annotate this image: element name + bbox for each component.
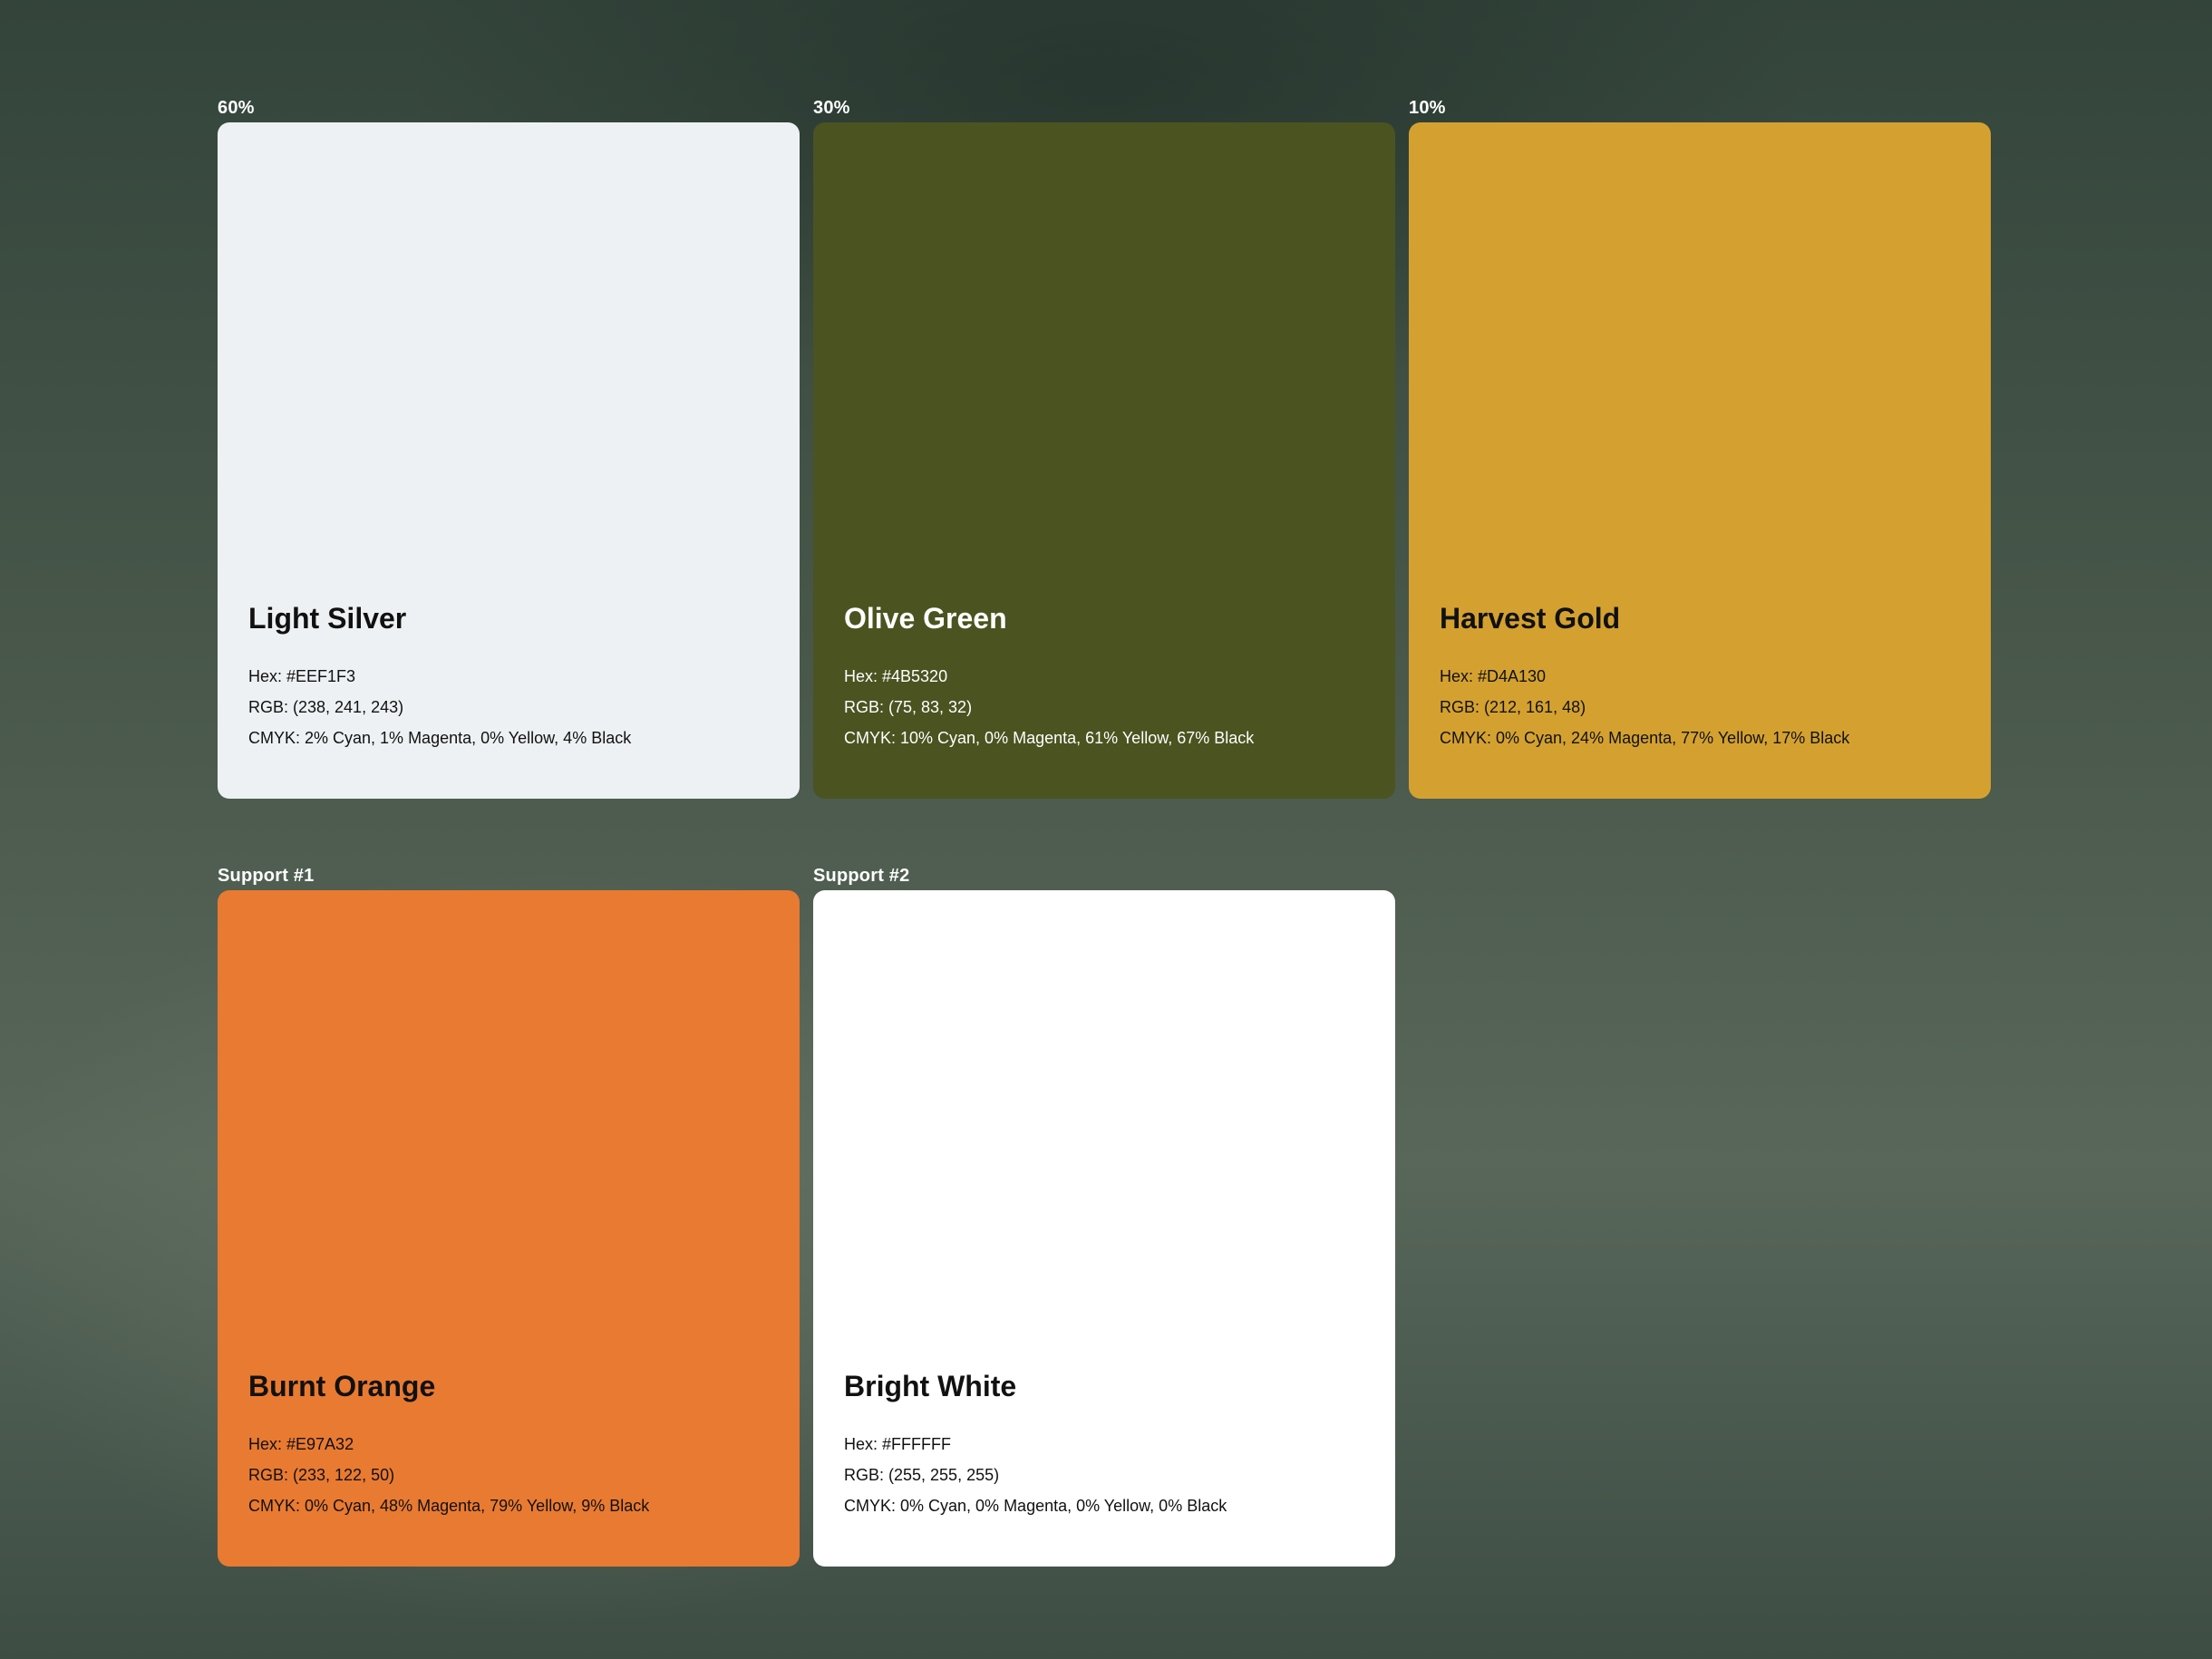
color-name: Harvest Gold (1440, 602, 1621, 635)
hex-value: Hex: #EEF1F3 (248, 667, 356, 685)
rgb-value: RGB: (255, 255, 255) (844, 1466, 1000, 1484)
hex-value: Hex: #FFFFFF (844, 1435, 951, 1453)
swatch-info: Burnt Orange Hex: #E97A32 RGB: (233, 122… (248, 1369, 781, 1521)
color-swatch-card[interactable]: Olive Green Hex: #4B5320 RGB: (75, 83, 3… (813, 122, 1395, 799)
color-swatch-card[interactable]: Burnt Orange Hex: #E97A32 RGB: (233, 122… (218, 890, 800, 1567)
color-swatch-card[interactable]: Light Silver Hex: #EEF1F3 RGB: (238, 241… (218, 122, 800, 799)
hex-value: Hex: #D4A130 (1440, 667, 1547, 685)
hex-value: Hex: #4B5320 (844, 667, 948, 685)
rgb-value: RGB: (212, 161, 48) (1440, 698, 1586, 716)
rgb-value: RGB: (238, 241, 243) (248, 698, 404, 716)
swatch-usage-label: 10% (1409, 98, 1446, 118)
cmyk-value: CMYK: 2% Cyan, 1% Magenta, 0% Yellow, 4%… (248, 729, 632, 747)
hex-value: Hex: #E97A32 (248, 1435, 354, 1453)
swatch-usage-label: 60% (218, 98, 255, 118)
swatch-info: Olive Green Hex: #4B5320 RGB: (75, 83, 3… (844, 601, 1377, 753)
cmyk-value: CMYK: 0% Cyan, 0% Magenta, 0% Yellow, 0%… (844, 1497, 1227, 1515)
rgb-value: RGB: (75, 83, 32) (844, 698, 973, 716)
swatch-usage-label: Support #2 (813, 866, 910, 886)
color-swatch-card[interactable]: Bright White Hex: #FFFFFF RGB: (255, 255… (813, 890, 1395, 1567)
rgb-value: RGB: (233, 122, 50) (248, 1466, 395, 1484)
cmyk-value: CMYK: 0% Cyan, 48% Magenta, 79% Yellow, … (248, 1497, 650, 1515)
cmyk-value: CMYK: 10% Cyan, 0% Magenta, 61% Yellow, … (844, 729, 1255, 747)
cmyk-value: CMYK: 0% Cyan, 24% Magenta, 77% Yellow, … (1440, 729, 1850, 747)
color-name: Bright White (844, 1370, 1017, 1402)
swatch-info: Bright White Hex: #FFFFFF RGB: (255, 255… (844, 1369, 1377, 1521)
swatch-info: Harvest Gold Hex: #D4A130 RGB: (212, 161… (1440, 601, 1973, 753)
swatch-info: Light Silver Hex: #EEF1F3 RGB: (238, 241… (248, 601, 781, 753)
color-swatch-card[interactable]: Harvest Gold Hex: #D4A130 RGB: (212, 161… (1409, 122, 1991, 799)
color-name: Burnt Orange (248, 1370, 436, 1402)
color-name: Light Silver (248, 602, 407, 635)
swatch-usage-label: 30% (813, 98, 850, 118)
swatch-usage-label: Support #1 (218, 866, 315, 886)
color-name: Olive Green (844, 602, 1007, 635)
